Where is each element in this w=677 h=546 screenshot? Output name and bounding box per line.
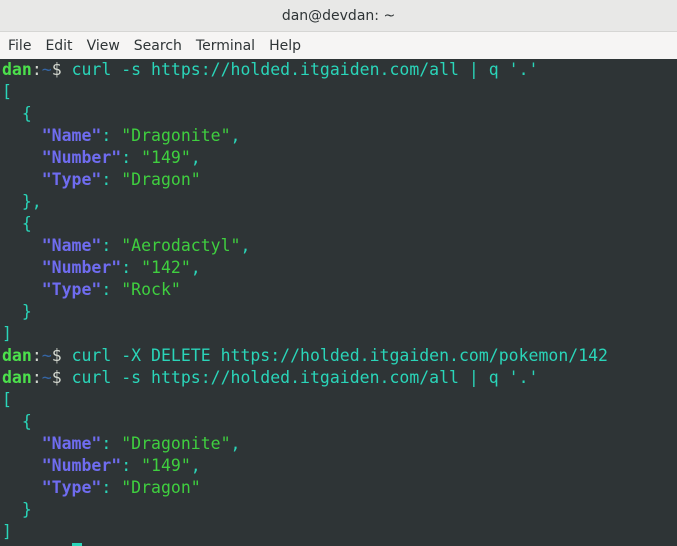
menu-search[interactable]: Search: [130, 38, 186, 54]
menu-help[interactable]: Help: [265, 38, 305, 54]
json-row-type: "Type": "Rock": [41, 280, 181, 299]
prompt-path: ~: [41, 60, 52, 79]
json-row-number: "Number": "149",: [41, 148, 201, 167]
command-line: dan:~$ curl -s https://holded.itgaiden.c…: [2, 60, 539, 79]
json-bracket-close: ]: [2, 324, 12, 343]
json-value: "Dragon": [121, 478, 201, 497]
json-brace-open: {: [2, 214, 32, 233]
json-brace-close: },: [2, 192, 42, 211]
json-value: "Dragonite": [121, 434, 231, 453]
command-text: curl -s https://holded.itgaiden.com/all …: [71, 60, 539, 79]
json-value: "Aerodactyl": [121, 236, 241, 255]
json-value: "142": [141, 258, 191, 277]
json-key: "Number": [41, 148, 122, 167]
json-key: "Type": [41, 170, 102, 189]
json-row-name: "Name": "Dragonite",: [41, 434, 241, 453]
json-brace-open: {: [2, 412, 32, 431]
json-brace-close: }: [2, 500, 32, 519]
menu-file[interactable]: File: [4, 38, 35, 54]
prompt-symbol: $: [51, 346, 62, 365]
json-row-type: "Type": "Dragon": [41, 170, 201, 189]
json-key: "Number": [41, 258, 122, 277]
json-row-name: "Name": "Dragonite",: [41, 126, 241, 145]
json-value: "Dragonite": [121, 126, 231, 145]
json-key: "Type": [41, 280, 102, 299]
menu-terminal[interactable]: Terminal: [192, 38, 259, 54]
command-line: dan:~$ curl -s https://holded.itgaiden.c…: [2, 368, 539, 387]
json-bracket-open: [: [2, 82, 12, 101]
window-titlebar[interactable]: dan@devdan: ~: [0, 0, 677, 32]
json-row-number: "Number": "149",: [41, 456, 201, 475]
menu-edit[interactable]: Edit: [41, 38, 76, 54]
json-row-number: "Number": "142",: [41, 258, 201, 277]
json-brace-open: {: [2, 104, 32, 123]
command-line: dan:~$ curl -X DELETE https://holded.itg…: [2, 346, 608, 365]
json-key: "Name": [41, 126, 102, 145]
prompt-user: dan: [2, 60, 32, 79]
prompt-path: ~: [41, 368, 52, 387]
menu-bar: File Edit View Search Terminal Help: [0, 32, 677, 60]
json-brace-close: }: [2, 302, 32, 321]
json-key: "Number": [41, 456, 122, 475]
menu-view[interactable]: View: [83, 38, 124, 54]
command-text: curl -X DELETE https://holded.itgaiden.c…: [71, 346, 608, 365]
window-title: dan@devdan: ~: [281, 7, 396, 24]
prompt-path: ~: [41, 346, 52, 365]
prompt-symbol: $: [51, 60, 62, 79]
json-key: "Type": [41, 478, 102, 497]
json-row-name: "Name": "Aerodactyl",: [41, 236, 251, 255]
json-bracket-open: [: [2, 390, 12, 409]
json-value: "149": [141, 148, 191, 167]
json-bracket-close: ]: [2, 522, 12, 541]
prompt-symbol: $: [51, 368, 62, 387]
command-text: curl -s https://holded.itgaiden.com/all …: [71, 368, 539, 387]
prompt-user: dan: [2, 368, 32, 387]
json-value: "Rock": [121, 280, 181, 299]
json-value: "Dragon": [121, 170, 201, 189]
prompt-user: dan: [2, 346, 32, 365]
json-key: "Name": [41, 434, 102, 453]
json-value: "149": [141, 456, 191, 475]
terminal-output[interactable]: dan:~$ curl -s https://holded.itgaiden.c…: [0, 59, 677, 546]
json-key: "Name": [41, 236, 102, 255]
json-row-type: "Type": "Dragon": [41, 478, 201, 497]
